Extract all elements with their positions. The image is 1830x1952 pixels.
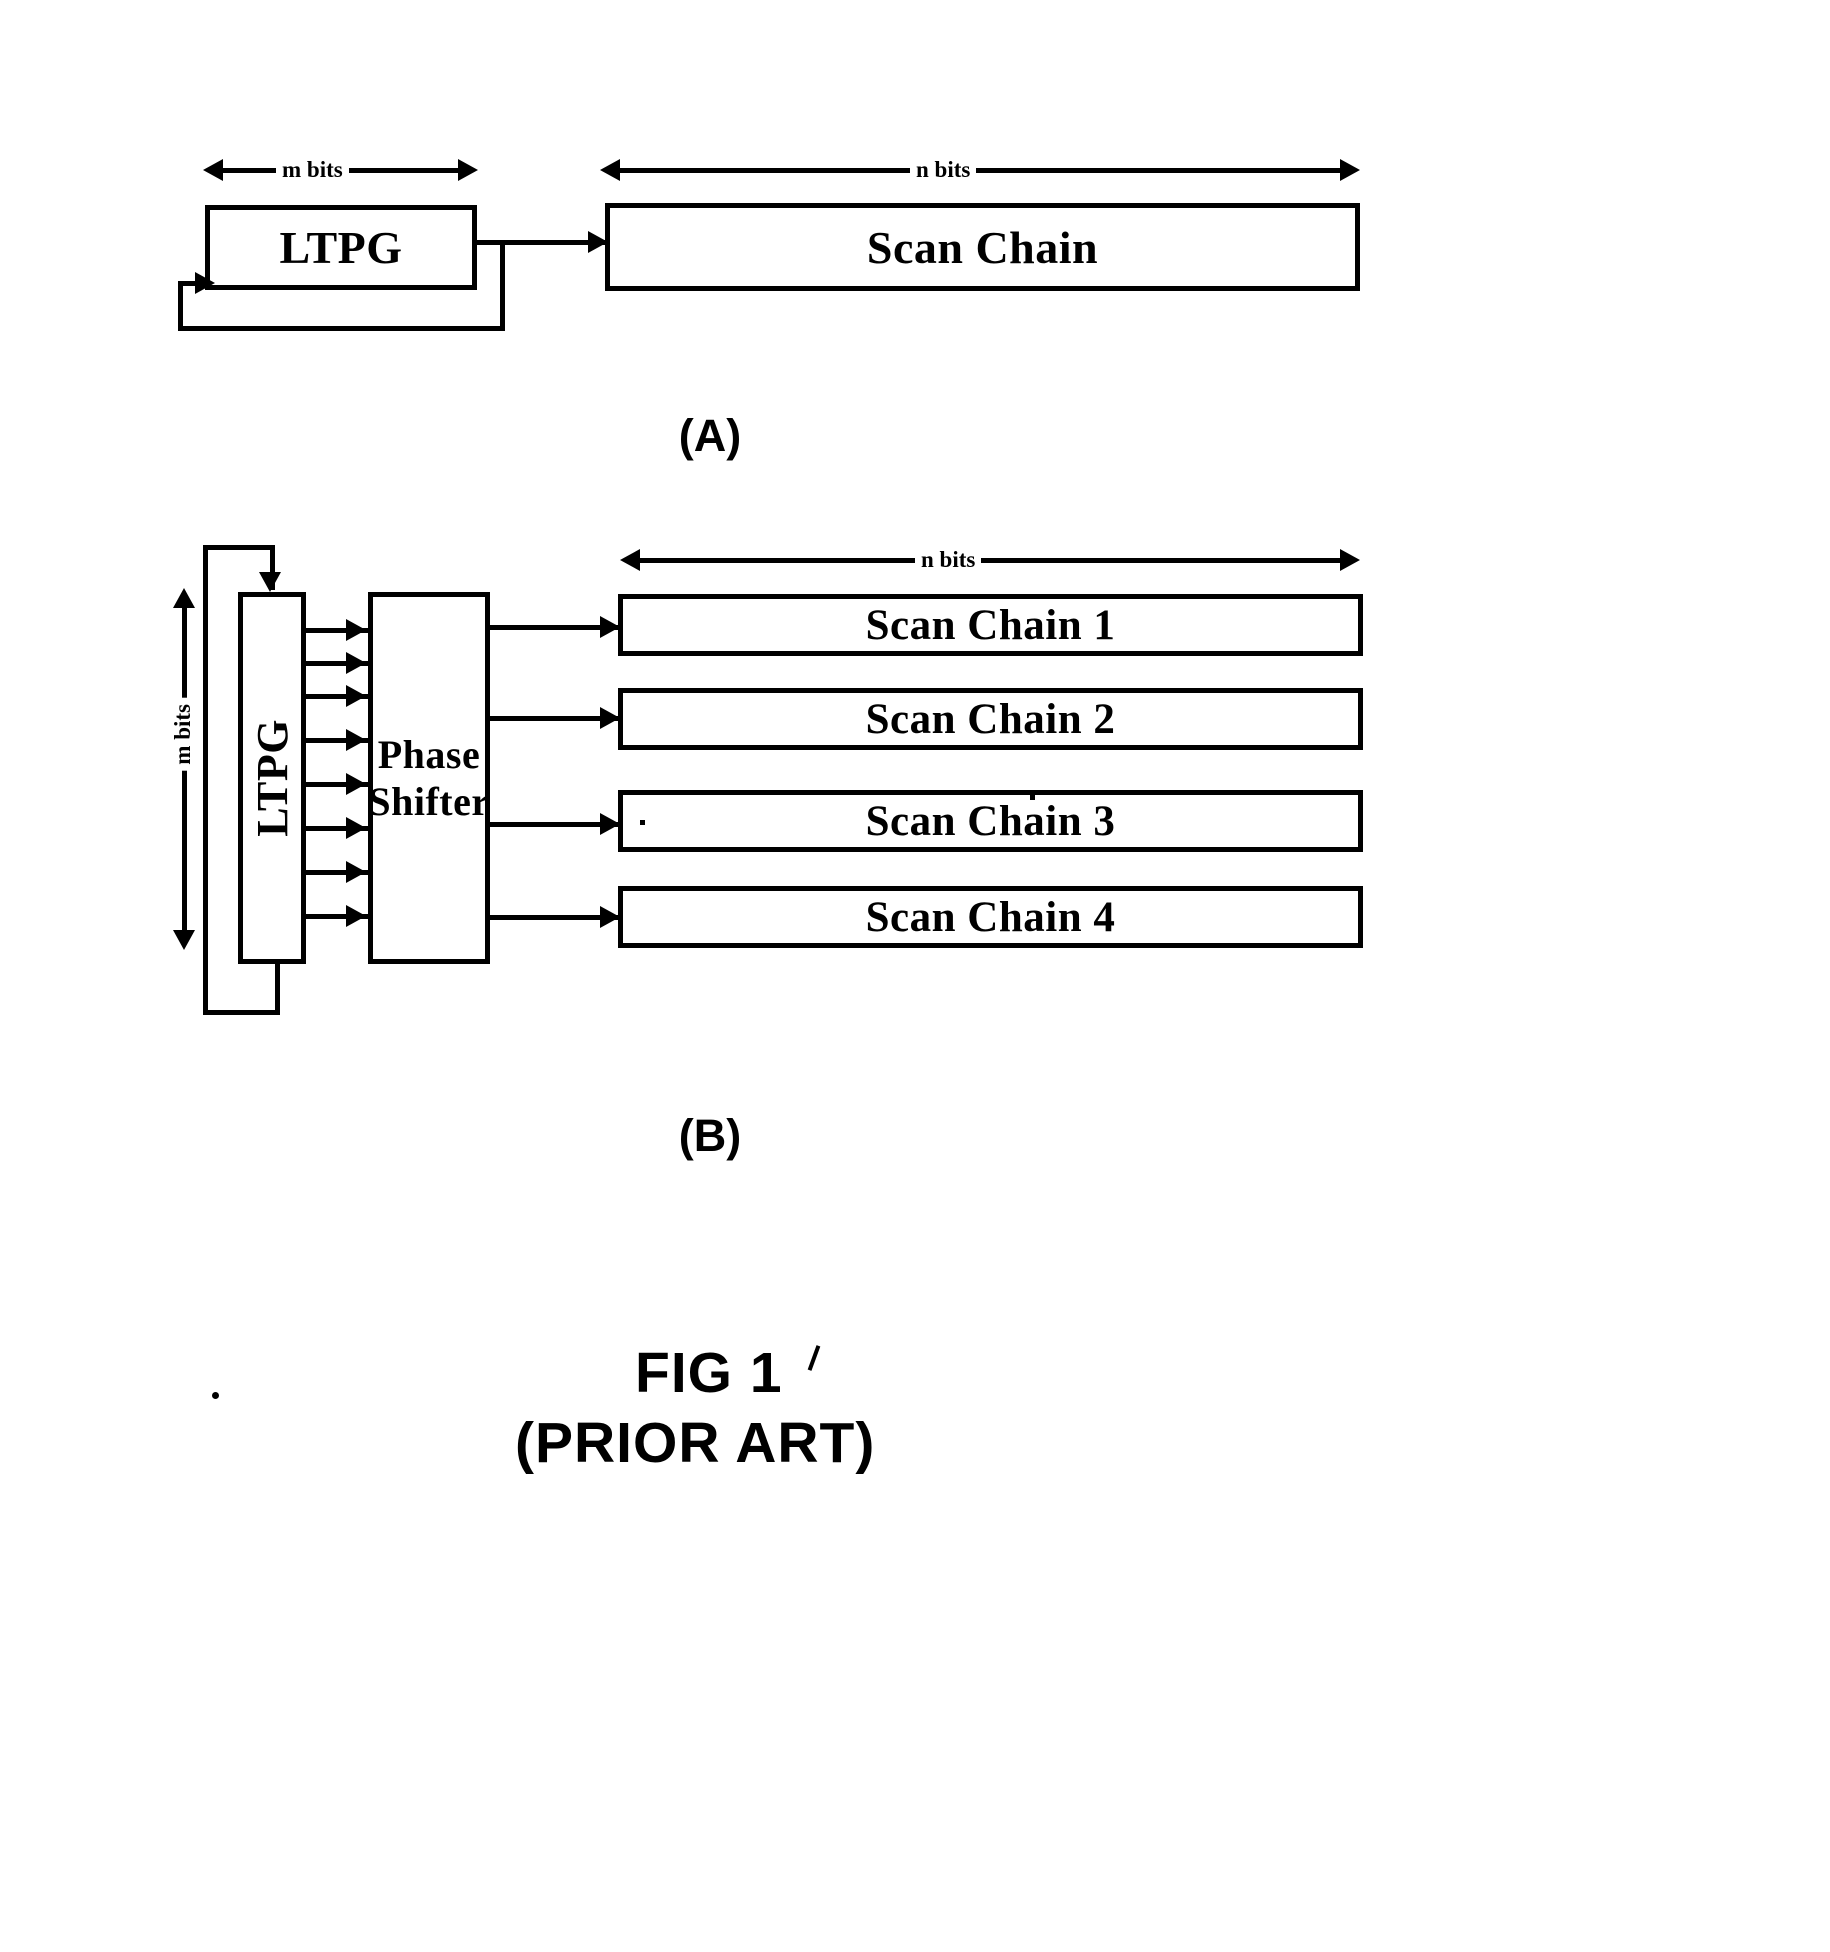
panel-b-phase-shifter-box: Phase Shifter: [368, 592, 490, 964]
panel-b-bus-arrowhead: [346, 652, 366, 674]
panel-b-bus-arrowhead: [346, 817, 366, 839]
panel-b-scanchain-input-arrowhead-2: [600, 707, 620, 729]
panel-b-n-bits-label: n bits: [915, 548, 982, 571]
panel-a-feedback-bottom-line: [178, 326, 505, 331]
panel-b-scanchain-input-arrowhead-3: [600, 813, 620, 835]
panel-a-m-bits-right-arrowhead: [458, 159, 478, 181]
panel-b-scanchain-input-arrowhead-1: [600, 616, 620, 638]
panel-b-scan-chain-label-2: Scan Chain 2: [865, 695, 1116, 743]
panel-b-scan-chain-label-3: Scan Chain 3: [865, 797, 1116, 845]
panel-b-bus-arrowhead: [346, 773, 366, 795]
panel-b-scan-chain-label-4: Scan Chain 4: [865, 893, 1116, 941]
panel-b-bus-arrowhead: [346, 619, 366, 641]
figure-title-tick-mark: [807, 1345, 821, 1371]
panel-b-bus-arrowhead: [346, 905, 366, 927]
panel-b-phase-shifter-label-line2: Shifter: [368, 779, 490, 824]
panel-a-m-bits-left-arrowhead: [203, 159, 223, 181]
scan-artifact-speck: [1030, 795, 1035, 800]
panel-b-ltpg-input-arrowhead: [259, 572, 281, 592]
figure-title: FIG 1: [635, 1341, 783, 1405]
panel-b-scan-chain-box-4: Scan Chain 4: [618, 886, 1363, 948]
panel-b-feedback-riser-from-ltpg: [275, 960, 280, 1015]
scan-artifact-dot: [212, 1392, 219, 1399]
panel-b-bus-arrowhead: [346, 729, 366, 751]
panel-b-n-bits-right-arrowhead: [1340, 549, 1360, 571]
panel-b-ltpg-box: LTPG: [238, 592, 306, 964]
panel-b-scan-chain-box-1: Scan Chain 1: [618, 594, 1363, 656]
panel-b-feedback-top-line: [203, 545, 275, 550]
panel-b-m-bits-bottom-arrowhead: [173, 930, 195, 950]
panel-b-bus-arrowhead: [346, 685, 366, 707]
panel-b-n-bits-left-arrowhead: [620, 549, 640, 571]
panel-b-m-bits-label: m bits: [170, 698, 195, 771]
panel-b-n-bits-dimension-line: [637, 558, 1347, 563]
panel-b-ltpg-label: LTPG: [247, 719, 297, 837]
panel-b-feedback-bottom-line: [203, 1010, 280, 1015]
panel-a-caption: (A): [678, 410, 742, 461]
panel-b-bus-arrowhead: [346, 861, 366, 883]
panel-a-ltpg-label: LTPG: [279, 222, 403, 273]
panel-a-scan-chain-label: Scan Chain: [866, 221, 1099, 273]
panel-a-scanchain-input-arrowhead: [588, 231, 608, 253]
figure-canvas: m bits n bits LTPG Scan Chain (A) m bits…: [0, 0, 1830, 1952]
panel-b-scan-chain-box-3: Scan Chain 3: [618, 790, 1363, 852]
panel-a-m-bits-label: m bits: [276, 158, 349, 181]
scan-artifact-speck: [640, 820, 645, 825]
panel-a-n-bits-left-arrowhead: [600, 159, 620, 181]
panel-a-ltpg-input-arrowhead: [195, 272, 215, 294]
panel-b-feedback-left-spine: [203, 545, 208, 1015]
figure-subtitle: (PRIOR ART): [515, 1411, 876, 1475]
panel-a-n-bits-right-arrowhead: [1340, 159, 1360, 181]
panel-a-n-bits-dimension-line: [617, 168, 1347, 173]
panel-b-scan-chain-label-1: Scan Chain 1: [865, 601, 1116, 649]
panel-b-phase-shifter-label-line1: Phase: [377, 732, 481, 777]
panel-a-scan-chain-box: Scan Chain: [605, 203, 1360, 291]
panel-b-caption: (B): [678, 1110, 742, 1161]
panel-b-scanchain-input-arrowhead-4: [600, 906, 620, 928]
panel-a-n-bits-label: n bits: [910, 158, 977, 181]
panel-a-feedback-tap-down: [500, 240, 505, 330]
panel-b-scan-chain-box-2: Scan Chain 2: [618, 688, 1363, 750]
panel-a-feedback-left-riser: [178, 283, 183, 331]
panel-b-m-bits-top-arrowhead: [173, 588, 195, 608]
panel-a-ltpg-box: LTPG: [205, 205, 477, 290]
